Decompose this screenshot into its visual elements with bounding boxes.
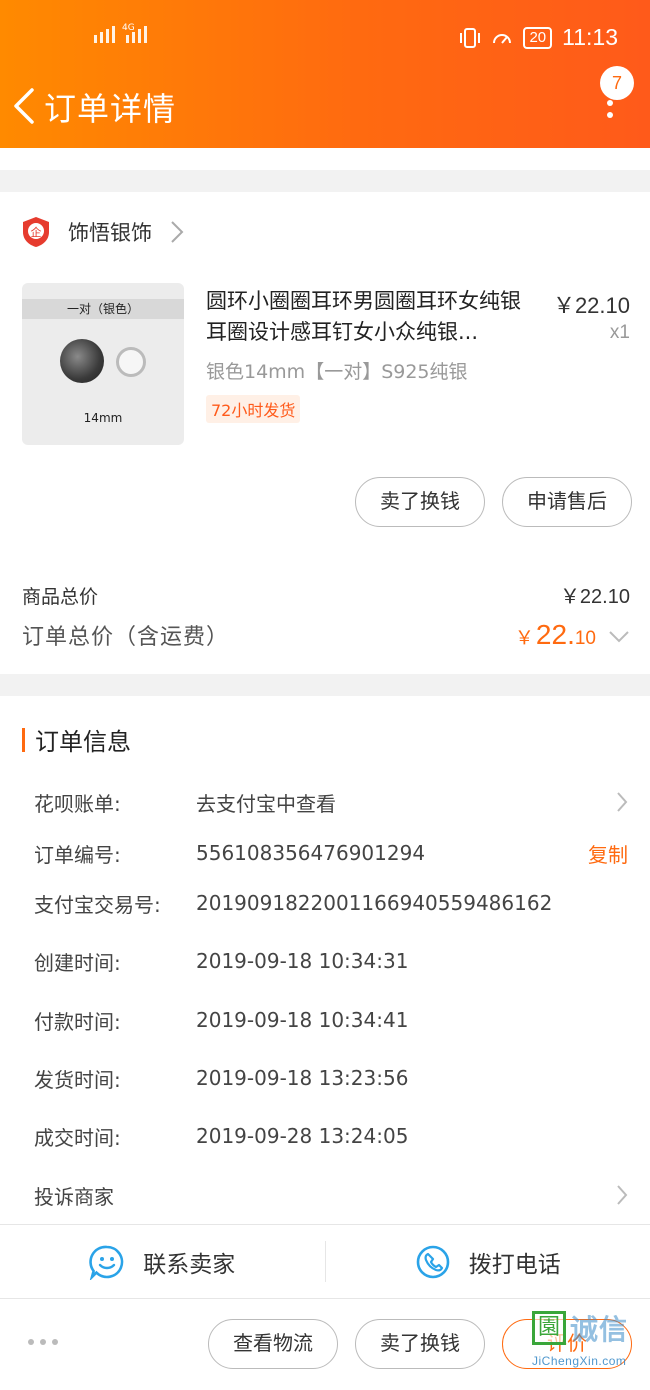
huabei-bill-row[interactable]: 花呗账单: 去支付宝中查看: [34, 787, 628, 817]
info-value: 2019-09-28 13:24:05: [196, 1124, 409, 1148]
order-number-row: 订单编号: 556108356476901294 复制: [34, 838, 628, 868]
info-key: 支付宝交易号:: [34, 892, 161, 917]
chat-face-icon: [89, 1245, 124, 1280]
info-key: 发货时间:: [34, 1067, 121, 1092]
contact-seller-label: 联系卖家: [143, 1251, 236, 1278]
shop-badge-icon: 企: [23, 217, 49, 247]
chevron-down-icon[interactable]: [608, 630, 630, 644]
info-key: 付款时间:: [34, 1009, 121, 1034]
product-price: ￥22.10: [552, 293, 630, 318]
header-spacer: [0, 148, 650, 170]
info-value: 2019091822001166940559486162: [196, 891, 553, 915]
product-title[interactable]: 圆环小圈圈耳环男圆圈耳环女纯银耳圈设计感耳钉女小众纯银...: [206, 286, 540, 348]
network-type: 4G: [122, 23, 135, 33]
site-watermark: 園 诚信 JiChengXin.com: [532, 1308, 642, 1380]
info-value: 2019-09-18 13:23:56: [196, 1066, 409, 1090]
watermark-logo: 園: [532, 1311, 566, 1345]
battery-icon: 20: [523, 26, 553, 49]
complain-seller-label: 投诉商家: [34, 1184, 114, 1209]
goods-total-value: ￥22.10: [559, 586, 630, 608]
call-button[interactable]: 拨打电话: [326, 1225, 650, 1298]
page-title: 订单详情: [44, 90, 177, 128]
info-value: 556108356476901294: [196, 841, 426, 865]
image-label-top: 一对（银色）: [22, 299, 184, 319]
info-value: 去支付宝中查看: [196, 791, 336, 816]
notification-badge[interactable]: 7: [600, 66, 634, 100]
sell-for-cash-button[interactable]: 卖了换钱: [355, 477, 485, 527]
goods-total-label: 商品总价: [22, 586, 99, 608]
shipped-time-row: 发货时间: 2019-09-18 13:23:56: [34, 1063, 628, 1093]
earring-large: [60, 339, 104, 383]
info-value: 2019-09-18 10:34:31: [196, 949, 409, 973]
contact-bar: 联系卖家 拨打电话: [0, 1224, 650, 1298]
view-logistics-button[interactable]: 查看物流: [208, 1319, 338, 1369]
product-image[interactable]: 一对（银色） 14mm: [22, 283, 184, 445]
watermark-url: JiChengXin.com: [532, 1354, 627, 1368]
copy-button[interactable]: 复制: [588, 839, 628, 868]
status-bar: 4G 20 11:13: [0, 22, 650, 52]
shipping-tag: 72小时发货: [206, 395, 301, 423]
order-total-label: 订单总价（含运费）: [22, 625, 230, 650]
watermark-name: 诚信: [570, 1313, 629, 1346]
product-spec: 银色14mm【一对】S925纯银: [206, 361, 468, 383]
info-key: 花呗账单:: [34, 791, 121, 816]
info-key: 订单编号:: [34, 842, 121, 867]
goods-total-row: 商品总价 ￥22.10: [22, 580, 630, 609]
order-total-row[interactable]: 订单总价（含运费） ￥ 22. 10: [22, 619, 630, 651]
complain-seller-row[interactable]: 投诉商家: [34, 1180, 628, 1210]
after-sale-button[interactable]: 申请售后: [502, 477, 632, 527]
order-total-value: ￥ 22. 10: [515, 619, 630, 651]
earring-small: [116, 347, 146, 377]
section-title: 订单信息: [35, 728, 131, 756]
section-accent-bar: [22, 727, 25, 752]
more-dots-icon[interactable]: [28, 1339, 58, 1345]
svg-text:企: 企: [31, 225, 42, 239]
chevron-right-icon: [617, 1185, 628, 1205]
vibrate-icon: [460, 27, 481, 48]
paid-time-row: 付款时间: 2019-09-18 10:34:41: [34, 1005, 628, 1035]
alipay-trade-row: 支付宝交易号: 2019091822001166940559486162: [34, 888, 628, 918]
signal-icon: 4G: [94, 23, 147, 43]
speed-icon: [493, 33, 512, 44]
info-key: 成交时间:: [34, 1125, 121, 1150]
back-arrow-icon[interactable]: [10, 86, 40, 126]
image-label-size: 14mm: [83, 411, 123, 425]
chevron-right-icon: [171, 221, 184, 243]
sell-for-cash-bottom-button[interactable]: 卖了换钱: [355, 1319, 485, 1369]
chevron-right-icon: [617, 792, 628, 812]
app-header: 4G 20 11:13 订单详情 7: [0, 0, 650, 148]
info-key: 创建时间:: [34, 950, 121, 975]
phone-icon: [416, 1245, 450, 1278]
created-time-row: 创建时间: 2019-09-18 10:34:31: [34, 946, 628, 976]
product-quantity: x1: [609, 322, 630, 343]
call-label: 拨打电话: [468, 1251, 561, 1278]
shop-header[interactable]: 企 饰悟银饰: [22, 216, 184, 248]
contact-seller-button[interactable]: 联系卖家: [0, 1225, 325, 1298]
status-time: 11:13: [562, 24, 618, 50]
deal-time-row: 成交时间: 2019-09-28 13:24:05: [34, 1121, 628, 1151]
shop-name[interactable]: 饰悟银饰: [68, 217, 152, 247]
info-value: 2019-09-18 10:34:41: [196, 1008, 409, 1032]
order-info-heading: 订单信息: [22, 722, 131, 757]
